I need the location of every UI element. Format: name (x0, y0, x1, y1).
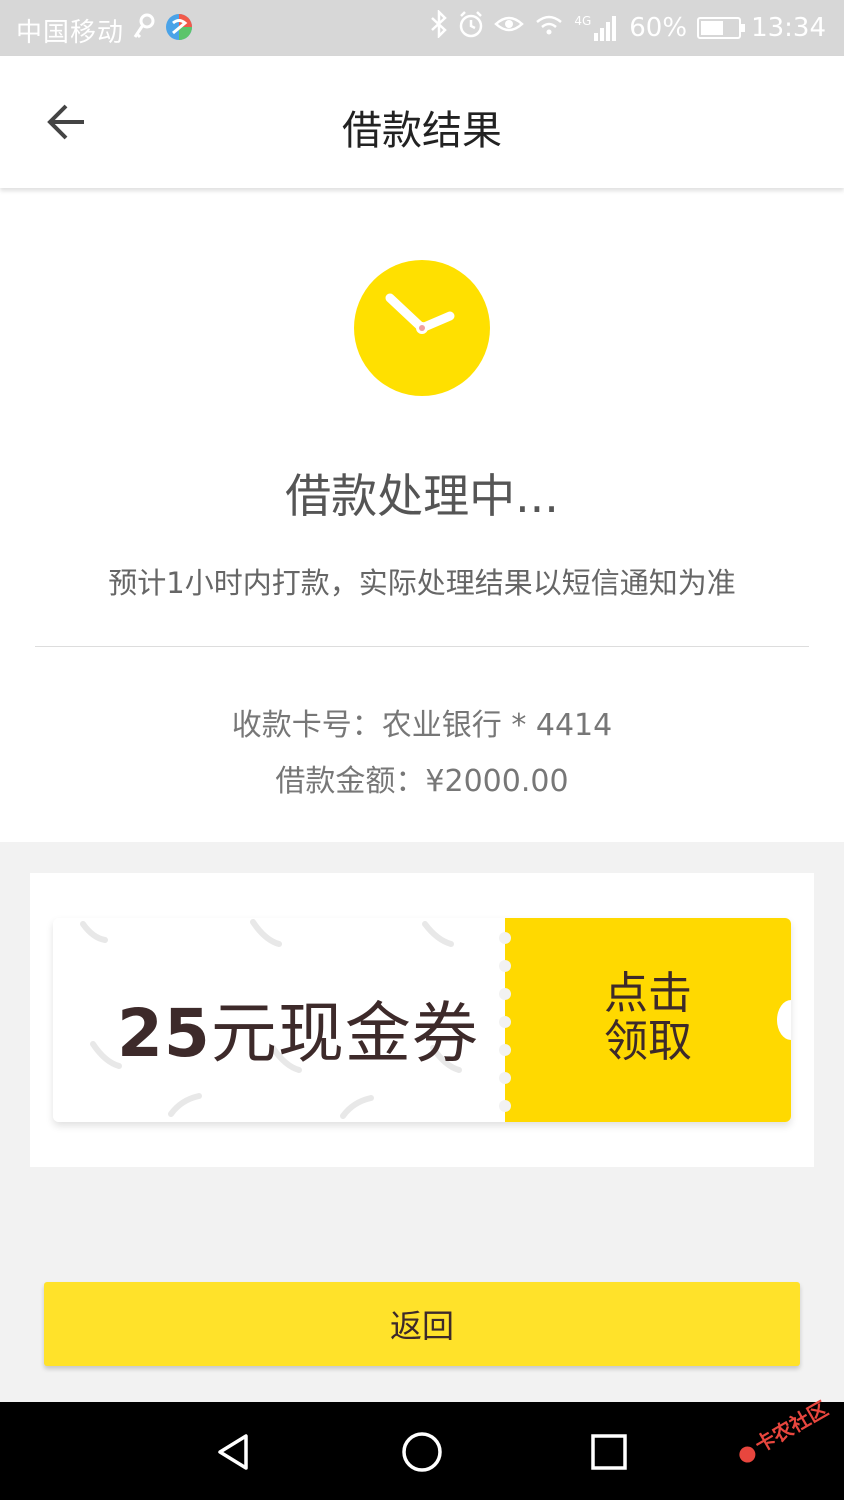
coupon-body: 25元现金券 (53, 918, 505, 1122)
key-icon (132, 13, 156, 48)
nav-home-button[interactable] (394, 1424, 450, 1480)
processing-subtitle: 预计1小时内打款，实际处理结果以短信通知为准 (108, 566, 736, 600)
battery-percent: 60% (629, 12, 688, 43)
amount-info: 借款金额：¥2000.00 (0, 756, 844, 800)
square-recent-icon (591, 1434, 627, 1470)
coupon-section: 25元现金券 点击 领取 (30, 873, 814, 1167)
card-label: 收款卡号： (231, 708, 382, 743)
app-logo-icon (164, 12, 194, 49)
card-info: 收款卡号：农业银行 * 4414 (0, 700, 844, 744)
amount-label: 借款金额： (275, 764, 426, 799)
claim-line-2: 领取 (604, 1016, 692, 1067)
claim-area[interactable]: 点击 领取 (505, 918, 791, 1122)
carrier-name: 中国移动 (16, 18, 125, 48)
divider (35, 646, 809, 647)
return-button[interactable]: 返回 (44, 1282, 800, 1366)
coupon-perforation (499, 932, 511, 1112)
status-bar: 中国移动 4G 60% 13:34 (0, 0, 844, 56)
coupon-amount-unit: 元现金券 (210, 995, 479, 1072)
claim-text: 点击 领取 (505, 970, 791, 1066)
bluetooth-icon (430, 8, 448, 45)
signal-icon: 4G (574, 15, 619, 41)
circle-home-icon (402, 1432, 442, 1472)
watermark-text: 卡农社区 (750, 1396, 833, 1458)
page-title: 借款结果 (342, 108, 502, 154)
system-nav-bar: 卡农社区 (0, 1396, 844, 1500)
clock-time: 13:34 (751, 12, 826, 43)
cash-coupon[interactable]: 25元现金券 点击 领取 (53, 918, 791, 1122)
triangle-back-icon (218, 1434, 248, 1470)
app-header: 借款结果 (0, 56, 844, 188)
watermark: 卡农社区 (731, 1393, 832, 1468)
nav-recent-button[interactable] (581, 1424, 637, 1480)
status-left-icons (132, 12, 194, 49)
claim-line-1: 点击 (604, 968, 692, 1019)
processing-title: 借款处理中... (285, 469, 559, 523)
clock-icon (354, 260, 490, 396)
battery-icon (697, 16, 746, 39)
nav-back-button[interactable] (206, 1424, 262, 1480)
card-value: 农业银行 * 4414 (381, 708, 613, 743)
network-type: 4G (574, 13, 592, 28)
status-right-icons: 4G 60% 13:34 (430, 8, 826, 45)
wifi-icon (534, 10, 564, 45)
coupon-amount: 25元现金券 (117, 980, 479, 1076)
result-panel: 借款处理中... 预计1小时内打款，实际处理结果以短信通知为准 收款卡号：农业银… (0, 188, 844, 842)
alarm-icon (458, 10, 484, 45)
coupon-amount-number: 25 (117, 995, 211, 1072)
watermark-logo (736, 1443, 759, 1466)
amount-value: ¥2000.00 (425, 764, 569, 799)
eye-icon (494, 10, 525, 45)
